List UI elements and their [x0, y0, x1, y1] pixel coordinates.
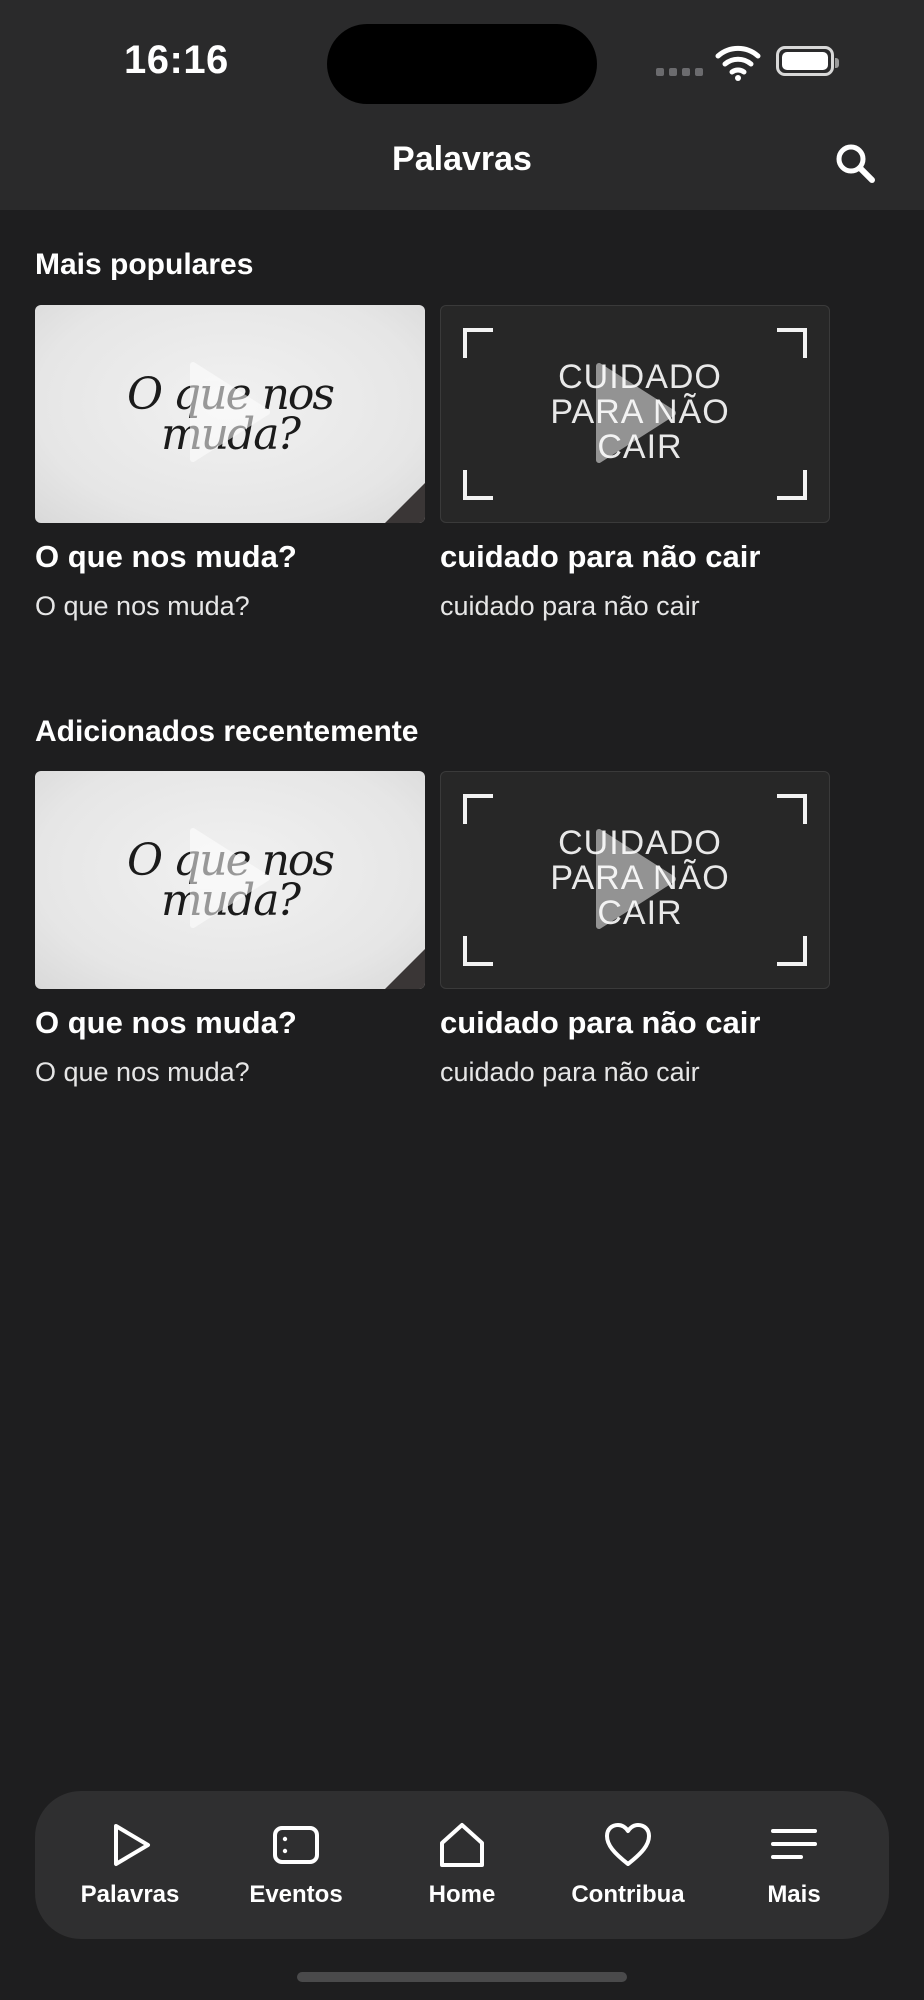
- video-thumbnail[interactable]: CUIDADOPARA NÃOCAIR: [440, 305, 830, 523]
- section-title-recent: Adicionados recentemente: [35, 715, 419, 748]
- frame-corner: [777, 328, 807, 358]
- wifi-icon: [715, 45, 761, 81]
- palavras-screen: 16:16 Palavras Mais populares O que nosm…: [0, 0, 924, 2000]
- status-time: 16:16: [124, 38, 229, 82]
- video-card[interactable]: O que nosmuda? O que nos muda? O que nos…: [35, 771, 425, 1088]
- frame-corner: [777, 794, 807, 824]
- section-title-popular: Mais populares: [35, 248, 254, 281]
- frame-corner: [463, 794, 493, 824]
- tab-label: Contribua: [571, 1881, 685, 1908]
- video-card[interactable]: O que nosmuda? O que nos muda? O que nos…: [35, 305, 425, 622]
- tab-palavras[interactable]: Palavras: [50, 1821, 210, 1909]
- menu-icon: [771, 1829, 817, 1859]
- tab-eventos[interactable]: Eventos: [216, 1821, 376, 1909]
- tab-label: Home: [428, 1881, 496, 1908]
- video-thumbnail[interactable]: O que nosmuda?: [35, 305, 425, 523]
- page-title: Palavras: [392, 140, 532, 178]
- card-title: O que nos muda?: [35, 1005, 297, 1040]
- calendar-card-icon: [273, 1826, 319, 1864]
- card-subtitle: O que nos muda?: [35, 591, 250, 621]
- tab-label: Mais: [767, 1881, 821, 1908]
- frame-corner: [463, 936, 493, 966]
- frame-corner: [463, 328, 493, 358]
- play-icon: [190, 362, 270, 462]
- tab-label: Palavras: [80, 1881, 180, 1908]
- bottom-tab-bar: Palavras Eventos Home Contribua Mais: [35, 1791, 889, 1939]
- card-subtitle: O que nos muda?: [35, 1057, 250, 1087]
- dynamic-island: [327, 24, 597, 104]
- card-subtitle: cuidado para não cair: [440, 591, 700, 621]
- play-icon: [190, 828, 270, 928]
- card-title: cuidado para não cair: [440, 1005, 761, 1040]
- tab-home[interactable]: Home: [382, 1821, 542, 1909]
- video-card[interactable]: CUIDADOPARA NÃOCAIR cuidado para não cai…: [440, 305, 830, 622]
- top-bar: 16:16 Palavras: [0, 0, 924, 210]
- frame-corner: [777, 470, 807, 500]
- frame-corner: [463, 470, 493, 500]
- card-title: O que nos muda?: [35, 539, 297, 574]
- video-card[interactable]: CUIDADOPARA NÃOCAIR cuidado para não cai…: [440, 771, 830, 1088]
- page-curl: [385, 483, 425, 523]
- home-indicator[interactable]: [297, 1972, 627, 1982]
- play-icon: [596, 363, 676, 463]
- search-icon[interactable]: [832, 140, 880, 188]
- tab-label: Eventos: [249, 1881, 343, 1908]
- home-icon: [440, 1823, 484, 1867]
- heart-icon: [605, 1823, 651, 1866]
- video-thumbnail[interactable]: O que nosmuda?: [35, 771, 425, 989]
- cellular-signal-icon: [656, 68, 703, 76]
- battery-icon: [776, 46, 839, 76]
- frame-corner: [777, 936, 807, 966]
- card-title: cuidado para não cair: [440, 539, 761, 574]
- play-icon: [596, 829, 676, 929]
- play-icon: [114, 1824, 150, 1866]
- tab-mais[interactable]: Mais: [714, 1821, 874, 1909]
- card-subtitle: cuidado para não cair: [440, 1057, 700, 1087]
- video-thumbnail[interactable]: CUIDADOPARA NÃOCAIR: [440, 771, 830, 989]
- tab-contribua[interactable]: Contribua: [548, 1821, 708, 1909]
- page-curl: [385, 949, 425, 989]
